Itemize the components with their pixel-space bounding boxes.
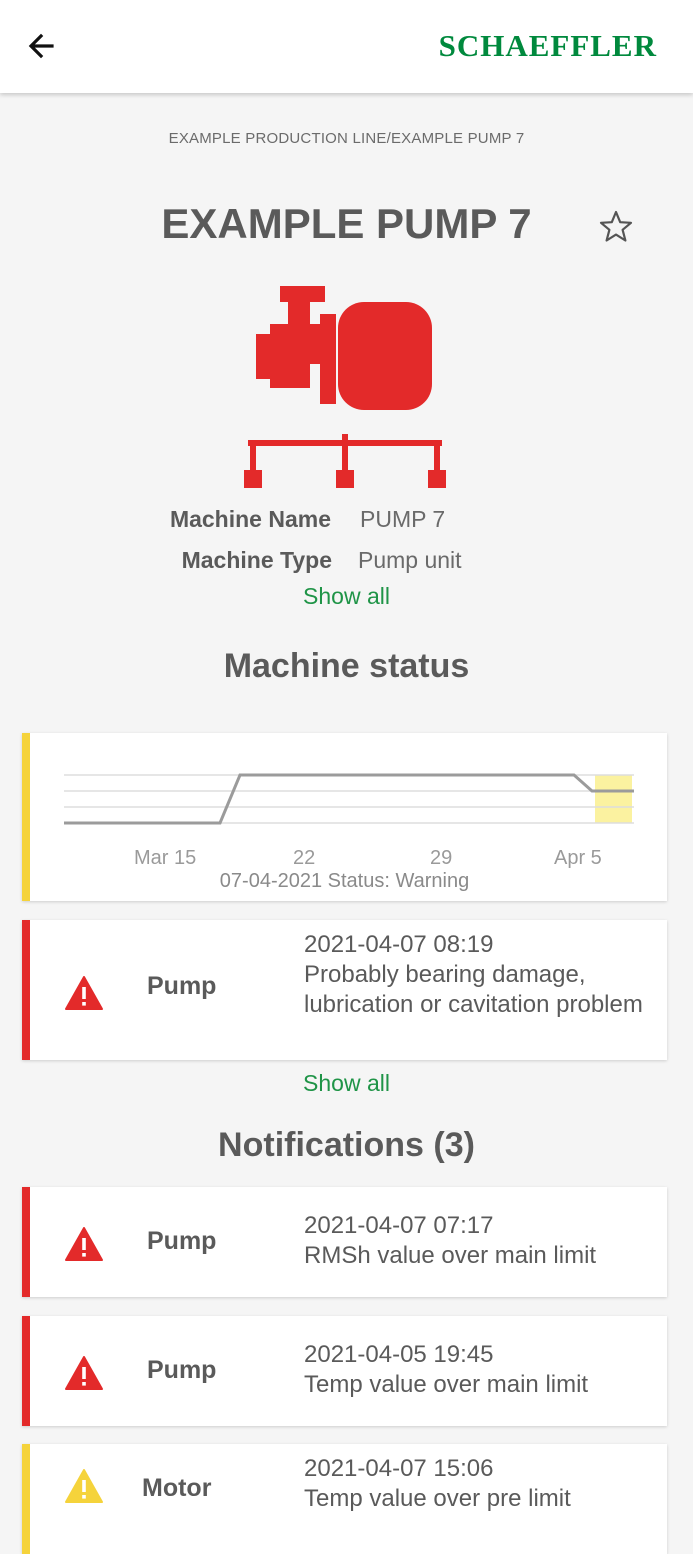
notifications-title: Notifications (3) bbox=[218, 1126, 475, 1164]
notification-timestamp: 2021-04-07 15:06 bbox=[304, 1455, 494, 1482]
breadcrumb: EXAMPLE PRODUCTION LINE/EXAMPLE PUMP 7 bbox=[168, 130, 525, 147]
property-machine-name: Machine Name PUMP 7 bbox=[0, 506, 693, 538]
page-title: EXAMPLE PUMP 7 bbox=[161, 200, 532, 247]
alert-message: Probably bearing damage, lubrication or … bbox=[304, 961, 643, 1018]
favorite-button[interactable] bbox=[598, 209, 634, 245]
brand-logo: SCHAEFFLER bbox=[438, 28, 657, 63]
alarm-triangle-icon bbox=[65, 1356, 103, 1390]
alarm-stripe bbox=[22, 1187, 30, 1297]
notification-details: 2021-04-05 19:45 Temp value over main li… bbox=[304, 1340, 654, 1400]
notification-details: 2021-04-07 15:06 Temp value over pre lim… bbox=[304, 1454, 654, 1514]
status-line bbox=[64, 773, 634, 825]
status-caption: 07-04-2021 Status: Warning bbox=[219, 870, 470, 892]
notification-timestamp: 2021-04-07 07:17 bbox=[304, 1212, 494, 1239]
show-all-status-link[interactable]: Show all bbox=[0, 1070, 693, 1097]
star-outline-icon bbox=[599, 210, 633, 242]
notification-details: 2021-04-07 07:17 RMSh value over main li… bbox=[304, 1211, 654, 1271]
property-label: Machine Name bbox=[169, 506, 331, 532]
warning-triangle-icon bbox=[65, 1469, 103, 1503]
notification-timestamp: 2021-04-05 19:45 bbox=[304, 1341, 494, 1368]
alarm-triangle-icon bbox=[65, 1227, 103, 1261]
x-tick-label: 29 bbox=[430, 847, 453, 869]
status-chart-card[interactable]: Mar 15 22 29 Apr 5 07-04-2021 Status: Wa… bbox=[22, 733, 667, 901]
latest-alert-card[interactable]: Pump 2021-04-07 08:19 Probably bearing d… bbox=[22, 920, 667, 1060]
alert-details: 2021-04-07 08:19 Probably bearing damage… bbox=[304, 930, 654, 1020]
back-button[interactable] bbox=[22, 26, 66, 66]
property-value: PUMP 7 bbox=[360, 506, 446, 532]
notification-message: RMSh value over main limit bbox=[304, 1242, 597, 1269]
notification-component: Pump bbox=[147, 1356, 217, 1384]
arrow-left-icon bbox=[28, 33, 54, 59]
x-tick-label: Mar 15 bbox=[134, 847, 197, 869]
app-bar: SCHAEFFLER bbox=[0, 0, 693, 93]
property-label: Machine Type bbox=[181, 547, 332, 573]
property-value: Pump unit bbox=[358, 547, 462, 573]
alarm-stripe bbox=[22, 920, 30, 1060]
warning-stripe bbox=[22, 1444, 30, 1554]
alert-component: Pump bbox=[147, 972, 217, 1000]
notification-item[interactable]: Pump 2021-04-05 19:45 Temp value over ma… bbox=[22, 1316, 667, 1426]
notification-message: Temp value over main limit bbox=[304, 1371, 589, 1398]
machine-status-title: Machine status bbox=[223, 647, 470, 685]
pump-unit-icon bbox=[244, 286, 446, 488]
notification-component: Pump bbox=[147, 1227, 217, 1255]
show-all-properties-link[interactable]: Show all bbox=[0, 583, 693, 610]
notification-item[interactable]: Motor 2021-04-07 15:06 Temp value over p… bbox=[22, 1444, 667, 1554]
alert-timestamp: 2021-04-07 08:19 bbox=[304, 931, 494, 958]
notification-message: Temp value over pre limit bbox=[304, 1485, 571, 1512]
status-chart bbox=[64, 773, 634, 825]
notification-item[interactable]: Pump 2021-04-07 07:17 RMSh value over ma… bbox=[22, 1187, 667, 1297]
notification-component: Motor bbox=[142, 1474, 212, 1502]
property-machine-type: Machine Type Pump unit bbox=[0, 547, 693, 579]
warning-period-highlight bbox=[595, 775, 632, 823]
alarm-stripe bbox=[22, 1316, 30, 1426]
x-tick-label: Apr 5 bbox=[554, 847, 602, 869]
x-tick-label: 22 bbox=[293, 847, 316, 869]
alarm-triangle-icon bbox=[65, 976, 103, 1010]
